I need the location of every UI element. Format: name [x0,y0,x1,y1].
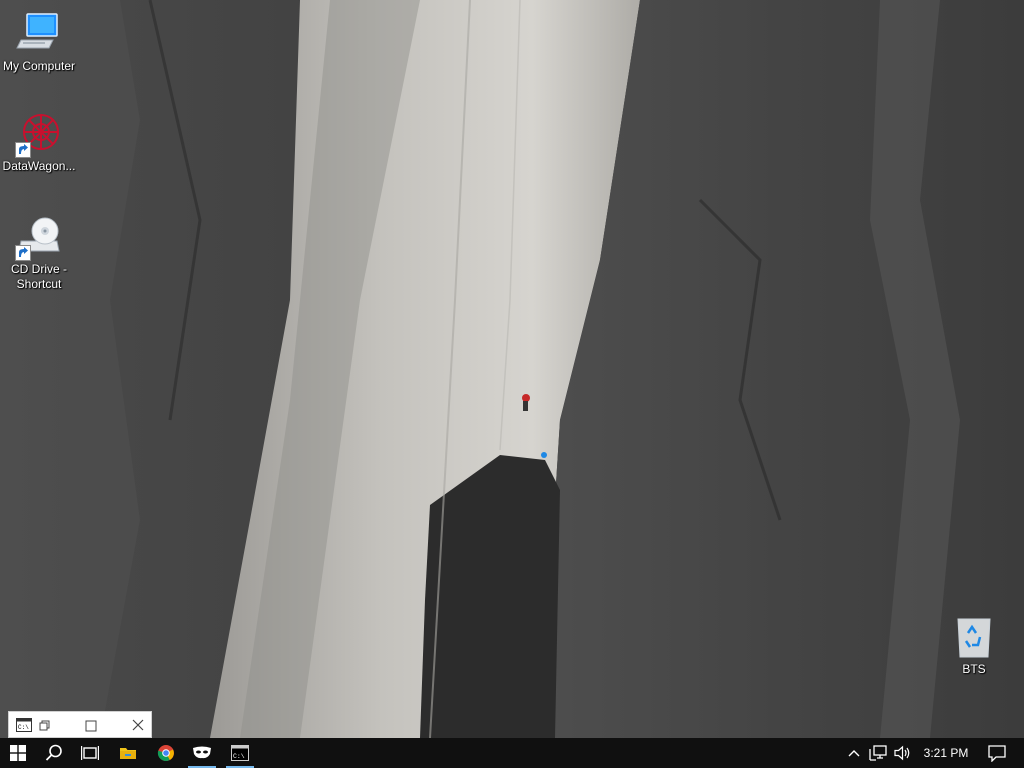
svg-text:C:\: C:\ [18,724,29,731]
action-center-icon [988,744,1006,762]
cmd-icon: C:\ [16,718,32,737]
start-button[interactable] [0,738,36,768]
cd-drive-icon [15,213,63,261]
svg-text:C:\: C:\ [233,753,245,760]
shortcut-arrow-icon [15,245,31,261]
taskbar-clock[interactable]: 3:21 PM [918,738,974,768]
search-icon [45,744,62,761]
windows-logo-icon [10,745,26,761]
folder-icon [120,748,136,759]
datawagon-logo-icon [15,110,63,158]
desktop-icon-label: CD Drive - Shortcut [11,262,67,291]
computer-icon [15,10,63,58]
cmd-icon: C:\ [231,745,249,761]
chrome-button[interactable] [148,738,184,768]
show-hidden-icons-button[interactable] [842,738,866,768]
desktop[interactable]: My Computer DataWagon... CD Drive - Shor… [0,0,1024,738]
maximize-icon[interactable] [85,719,97,737]
taskbar: C:\ 3:21 PM [0,738,1024,768]
recycle-bin-icon [950,613,998,661]
network-icon [869,745,887,761]
task-view-button[interactable] [72,738,108,768]
action-center-button[interactable] [980,738,1014,768]
desktop-icon-label: DataWagon... [2,159,76,173]
desktop-icon-label: BTS [962,662,986,676]
restore-icon[interactable] [39,719,51,737]
chevron-up-icon [848,750,860,757]
command-prompt-button[interactable]: C:\ [222,738,258,768]
network-tray-button[interactable] [866,738,890,768]
desktop-icon-datawagon[interactable]: DataWagon... [1,110,77,174]
mask-icon [193,746,211,759]
desktop-icon-my-computer[interactable]: My Computer [1,10,77,74]
minimized-command-prompt-window[interactable]: C:\ [8,711,152,738]
search-button[interactable] [36,738,72,768]
volume-tray-button[interactable] [890,738,916,768]
chrome-icon [157,745,174,762]
wallpaper-climbing-cliff [0,0,1024,738]
app-mask-button[interactable] [184,738,220,768]
shortcut-arrow-icon [15,142,31,158]
close-icon[interactable] [131,718,145,737]
volume-icon [894,745,910,761]
desktop-icon-recycle-bin[interactable]: BTS [936,613,1012,677]
task-view-icon [81,746,99,760]
file-explorer-button[interactable] [110,738,146,768]
desktop-icon-cd-drive-shortcut[interactable]: CD Drive - Shortcut [1,213,77,292]
desktop-icon-label: My Computer [2,59,76,73]
